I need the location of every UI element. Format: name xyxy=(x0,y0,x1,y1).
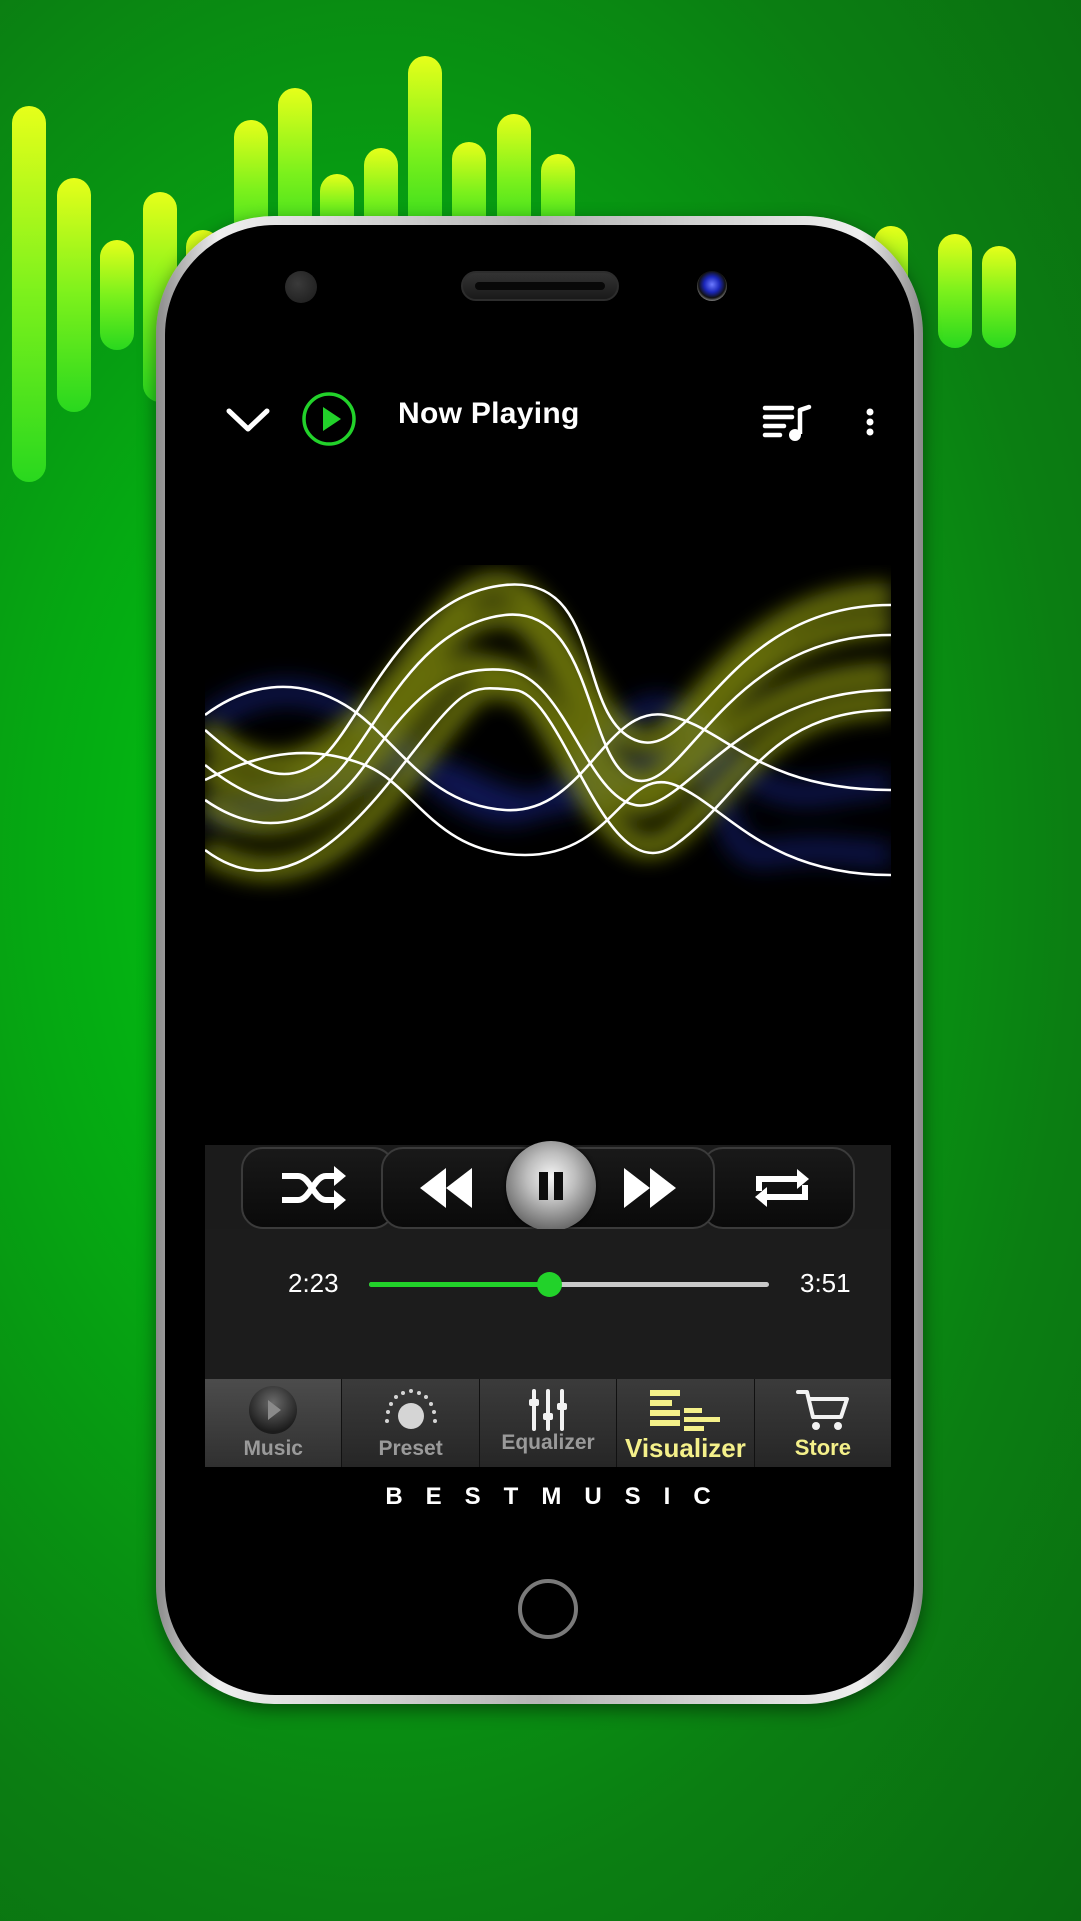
more-vertical-icon[interactable] xyxy=(857,399,883,445)
chevron-down-icon[interactable] xyxy=(221,395,275,445)
tab-store-label: Store xyxy=(794,1435,851,1460)
progress-panel: 2:23 3:51 xyxy=(205,1229,891,1379)
page-title: Now Playing xyxy=(398,397,580,430)
phone-body: Now Playing 2:23 3:51 Music Preset Equal… xyxy=(165,225,914,1695)
app-screen: Now Playing 2:23 3:51 Music Preset Equal… xyxy=(205,375,892,1639)
play-disc-icon xyxy=(205,1385,341,1435)
tab-visualizer-label: Visualizer xyxy=(624,1433,746,1463)
tab-store[interactable]: Store xyxy=(754,1379,892,1467)
tab-music-label: Music xyxy=(243,1437,303,1460)
seek-bar-thumb[interactable] xyxy=(537,1272,562,1297)
earpiece-speaker xyxy=(461,271,619,301)
repeat-icon[interactable] xyxy=(747,1162,817,1214)
visualizer-bars-icon xyxy=(617,1385,753,1435)
phone-frame: Now Playing 2:23 3:51 Music Preset Equal… xyxy=(156,216,923,1704)
play-circle-icon[interactable] xyxy=(301,391,357,447)
equalizer-sliders-icon xyxy=(480,1385,616,1435)
seek-bar[interactable] xyxy=(369,1272,769,1297)
bottom-tab-bar: Music Preset Equalizer Visualizer Store xyxy=(205,1379,892,1467)
shuffle-icon[interactable] xyxy=(277,1162,349,1214)
preset-dial-icon xyxy=(342,1385,478,1435)
tab-music[interactable]: Music xyxy=(205,1379,343,1467)
queue-music-icon[interactable] xyxy=(761,399,813,445)
current-time: 2:23 xyxy=(288,1268,339,1298)
tab-preset[interactable]: Preset xyxy=(342,1379,480,1467)
tab-equalizer[interactable]: Equalizer xyxy=(479,1379,618,1467)
seek-bar-progress xyxy=(369,1282,549,1287)
proximity-sensor xyxy=(285,271,317,303)
waveform-visualizer xyxy=(205,572,891,881)
front-camera xyxy=(697,271,727,301)
top-bar: Now Playing xyxy=(205,375,891,465)
tab-preset-label: Preset xyxy=(378,1437,443,1460)
home-button[interactable] xyxy=(518,1579,578,1639)
tab-visualizer[interactable]: Visualizer xyxy=(617,1379,755,1467)
total-time: 3:51 xyxy=(800,1268,851,1298)
shopping-cart-icon xyxy=(755,1385,891,1435)
playback-controls xyxy=(205,1141,891,1231)
fast-forward-icon[interactable] xyxy=(619,1162,681,1214)
pause-icon[interactable] xyxy=(506,1141,596,1231)
brand-text: BESTMUSIC xyxy=(385,1483,734,1510)
rewind-icon[interactable] xyxy=(415,1162,477,1214)
tab-equalizer-label: Equalizer xyxy=(501,1431,595,1454)
